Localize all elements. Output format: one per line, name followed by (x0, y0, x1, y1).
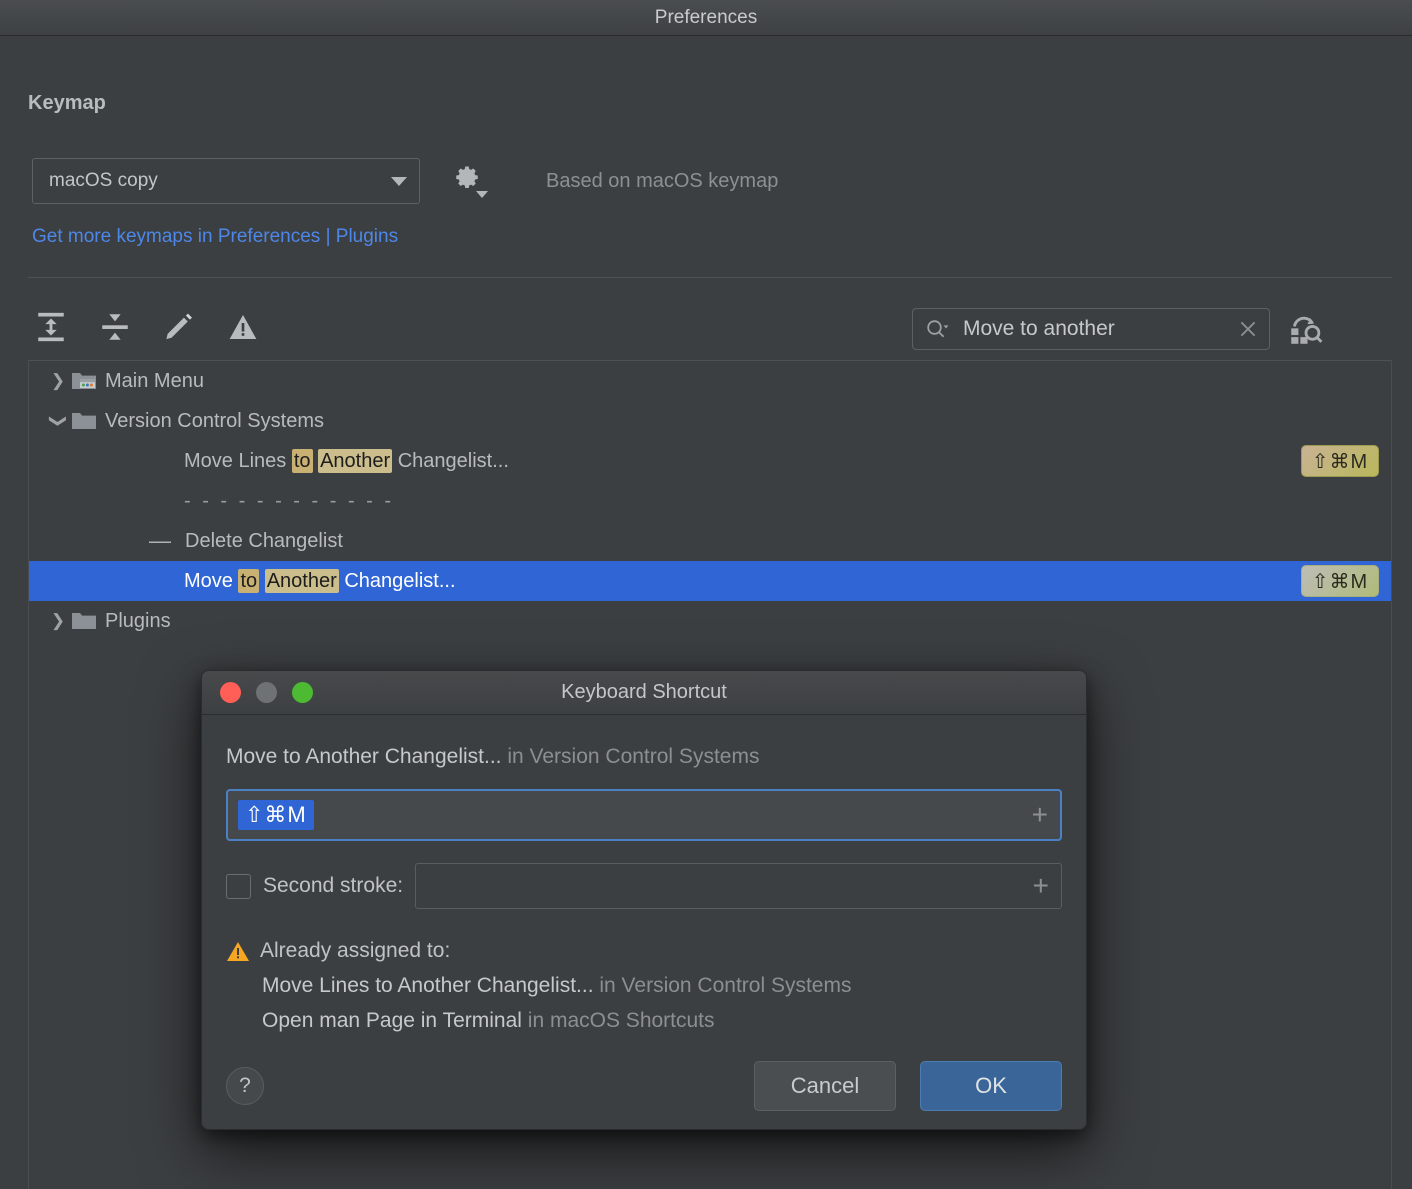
tree-toolbar (32, 308, 262, 346)
assigned-item-name: Move Lines to Another Changelist... (262, 974, 594, 997)
keymap-select[interactable]: macOS copy (32, 158, 420, 204)
search-input[interactable]: Move to another (912, 308, 1270, 350)
cancel-button[interactable]: Cancel (754, 1061, 896, 1111)
chevron-right-icon[interactable]: ❯ (45, 611, 71, 631)
tree-row-move-lines-to-another-changelist[interactable]: Move Lines to Another Changelist... ⇧⌘M (29, 441, 1391, 481)
search-input-value: Move to another (963, 317, 1237, 341)
window-titlebar: Preferences (0, 0, 1412, 36)
get-more-keymaps-link[interactable]: Get more keymaps in Preferences | Plugin… (32, 226, 398, 248)
assigned-item: Open man Page in Terminal in macOS Short… (262, 1009, 1062, 1033)
chevron-down-icon[interactable]: ❯ (48, 408, 68, 434)
chevron-down-icon (476, 191, 488, 198)
gear-icon (452, 164, 482, 194)
first-stroke-value: ⇧⌘M (238, 800, 314, 830)
already-assigned-section: Already assigned to: Move Lines to Anoth… (226, 939, 1062, 1033)
second-stroke-label: Second stroke: (263, 874, 403, 898)
collapse-all-icon (98, 310, 132, 344)
window-title: Preferences (655, 7, 757, 29)
tree-row-separator: - - - - - - - - - - - - (29, 481, 1391, 521)
find-by-shortcut-icon (1288, 312, 1324, 346)
chevron-right-icon[interactable]: ❯ (45, 371, 71, 391)
second-stroke-checkbox[interactable] (226, 874, 251, 899)
separator-label: - - - - - - - - - - - - (184, 490, 394, 513)
dialog-titlebar: Keyboard Shortcut (202, 671, 1086, 715)
tree-row-delete-changelist[interactable]: — Delete Changelist (29, 521, 1391, 561)
dialog-action-context: in Version Control Systems (507, 745, 759, 768)
tree-row-move-to-another-changelist[interactable]: Move to Another Changelist... ⇧⌘M (29, 561, 1391, 601)
tree-row-version-control-systems[interactable]: ❯ Version Control Systems (29, 401, 1391, 441)
edit-pencil-icon (163, 311, 195, 343)
find-by-shortcut-button[interactable] (1288, 312, 1324, 346)
tree-row-plugins[interactable]: ❯ Plugins (29, 601, 1391, 641)
warning-triangle-icon (226, 940, 250, 962)
keyboard-shortcut-dialog: Keyboard Shortcut Move to Another Change… (201, 670, 1087, 1130)
assigned-item: Move Lines to Another Changelist... in V… (262, 974, 1062, 998)
dialog-action-name: Move to Another Changelist... (226, 745, 502, 768)
edit-shortcut-button[interactable] (160, 308, 198, 346)
tree-row-label: Move to Another Changelist... (184, 570, 456, 593)
page-title: Keymap (28, 92, 106, 115)
tree-row-label: Plugins (105, 610, 171, 633)
ok-button[interactable]: OK (920, 1061, 1062, 1111)
divider (28, 277, 1392, 278)
tree-row-label: Version Control Systems (105, 410, 324, 433)
tree-row-main-menu[interactable]: ❯ Main Menu (29, 361, 1391, 401)
keymap-select-value: macOS copy (49, 170, 391, 192)
plus-icon[interactable]: + (1033, 872, 1049, 900)
dialog-body: Move to Another Changelist... in Version… (202, 715, 1086, 1033)
plus-icon[interactable]: + (1032, 801, 1048, 829)
warning-triangle-icon (227, 311, 259, 343)
minus-icon: — (149, 528, 171, 554)
folder-menu-icon (71, 370, 101, 392)
dialog-action-line: Move to Another Changelist... in Version… (226, 745, 1062, 769)
search-icon (925, 318, 951, 340)
dialog-footer: ? Cancel OK (202, 1043, 1086, 1129)
already-assigned-title: Already assigned to: (260, 939, 450, 963)
tree-row-label: Delete Changelist (185, 530, 343, 553)
assigned-item-name: Open man Page in Terminal (262, 1009, 522, 1032)
expand-all-button[interactable] (32, 308, 70, 346)
chevron-down-icon (391, 177, 407, 186)
second-stroke-input[interactable]: + (415, 863, 1062, 909)
expand-all-icon (34, 310, 68, 344)
assigned-item-context: in macOS Shortcuts (528, 1009, 715, 1032)
shortcut-badge: ⇧⌘M (1301, 565, 1379, 597)
tree-row-label: Move Lines to Another Changelist... (184, 450, 509, 473)
folder-icon (71, 410, 101, 432)
help-button[interactable]: ? (226, 1067, 264, 1105)
collapse-all-button[interactable] (96, 308, 134, 346)
second-stroke-row: Second stroke: + (226, 863, 1062, 909)
conflicts-button[interactable] (224, 308, 262, 346)
already-assigned-header: Already assigned to: (226, 939, 1062, 963)
close-icon[interactable] (1237, 318, 1259, 340)
first-stroke-input[interactable]: ⇧⌘M + (226, 789, 1062, 841)
based-on-label: Based on macOS keymap (546, 170, 778, 193)
keymap-settings-button[interactable] (452, 164, 486, 198)
folder-icon (71, 610, 101, 632)
assigned-item-context: in Version Control Systems (599, 974, 851, 997)
tree-row-label: Main Menu (105, 370, 204, 393)
dialog-title: Keyboard Shortcut (202, 681, 1086, 704)
keymap-selector-row: macOS copy Based on macOS keymap (32, 158, 778, 204)
shortcut-badge: ⇧⌘M (1301, 445, 1379, 477)
